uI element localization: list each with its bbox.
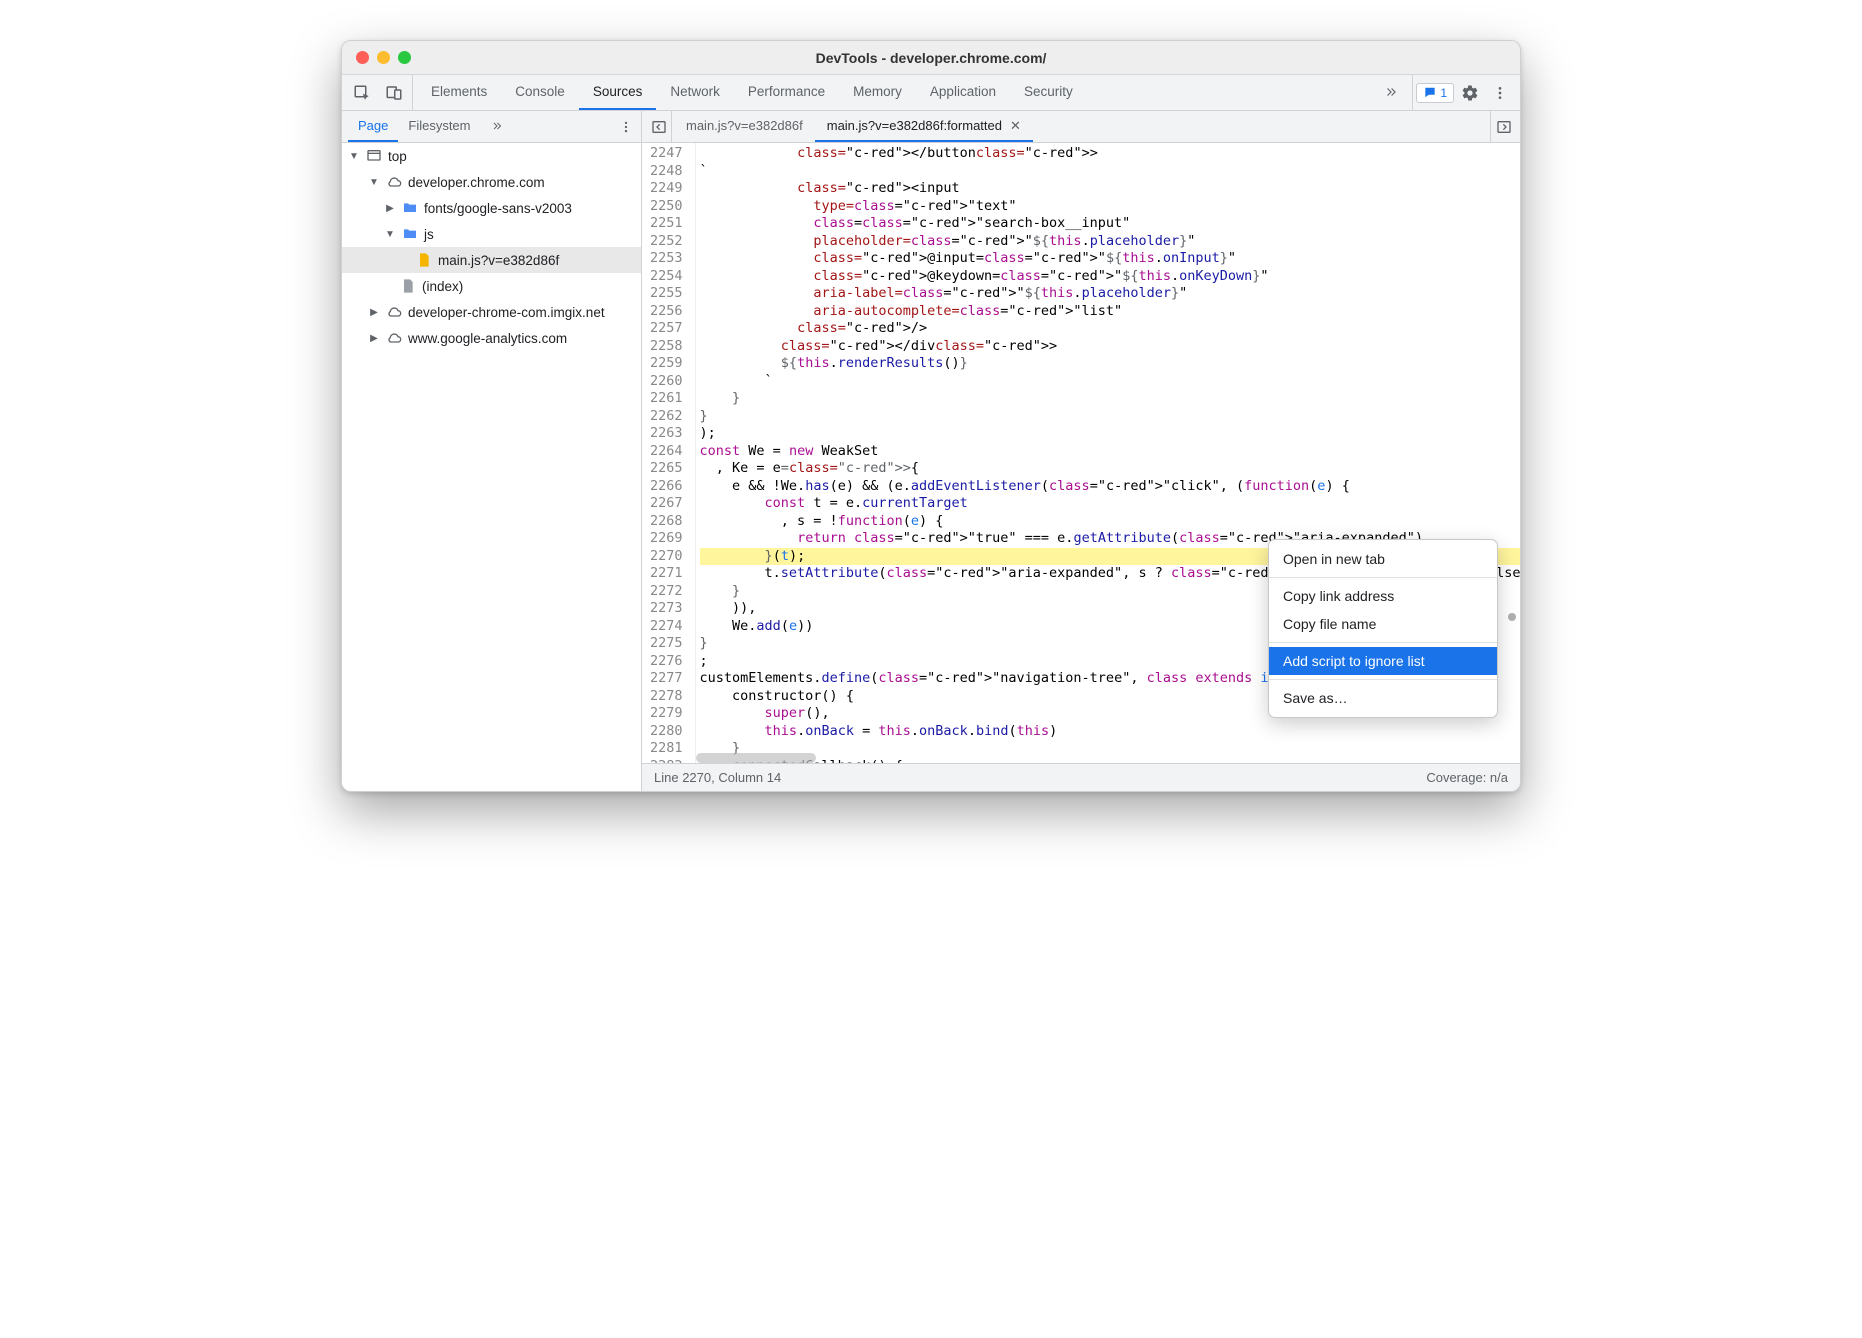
menu-ignore-list[interactable]: Add script to ignore list xyxy=(1269,647,1497,675)
menu-separator xyxy=(1269,642,1497,643)
inspect-icon[interactable] xyxy=(348,79,376,107)
titlebar: DevTools - developer.chrome.com/ xyxy=(342,41,1520,75)
window-icon xyxy=(366,148,382,164)
sidebar-kebab-icon[interactable] xyxy=(615,116,637,138)
sidebar-tabs: Page Filesystem xyxy=(342,111,641,143)
tree-fonts[interactable]: ▶ fonts/google-sans-v2003 xyxy=(342,195,641,221)
tree-label: developer-chrome-com.imgix.net xyxy=(408,305,605,320)
device-toggle-icon[interactable] xyxy=(380,79,408,107)
devtools-window: DevTools - developer.chrome.com/ Element… xyxy=(341,40,1521,792)
issues-count: 1 xyxy=(1440,86,1447,100)
tree-label: top xyxy=(388,149,407,164)
sources-sidebar: Page Filesystem ▼ top ▼ xyxy=(342,111,642,791)
h-scrollbar[interactable] xyxy=(696,753,816,763)
issues-badge[interactable]: 1 xyxy=(1416,83,1454,103)
folder-icon xyxy=(402,200,418,216)
workbench: Page Filesystem ▼ top ▼ xyxy=(342,111,1520,791)
main-toolbar: ElementsConsoleSourcesNetworkPerformance… xyxy=(342,75,1520,111)
panel-tab-memory[interactable]: Memory xyxy=(839,75,916,110)
line-gutter: 2247224822492250225122522253225422552256… xyxy=(642,143,696,763)
nav-back-icon[interactable] xyxy=(646,111,672,142)
sidebar-tab-page[interactable]: Page xyxy=(348,111,398,142)
panel-tab-performance[interactable]: Performance xyxy=(734,75,839,110)
tree-label: www.google-analytics.com xyxy=(408,331,567,346)
sidebar-tab-more-icon[interactable] xyxy=(481,111,513,142)
panel-tab-network[interactable]: Network xyxy=(656,75,734,110)
menu-copy-file[interactable]: Copy file name xyxy=(1269,610,1497,638)
panel-tab-application[interactable]: Application xyxy=(916,75,1010,110)
file-tree[interactable]: ▼ top ▼ developer.chrome.com ▶ fonts/goo… xyxy=(342,143,641,791)
editor-tab-1[interactable]: main.js?v=e382d86f xyxy=(674,111,815,142)
coverage-status: Coverage: n/a xyxy=(1426,770,1508,785)
menu-copy-link[interactable]: Copy link address xyxy=(1269,582,1497,610)
cloud-icon xyxy=(386,174,402,190)
editor-tab-2[interactable]: main.js?v=e382d86f:formatted ✕ xyxy=(815,111,1033,142)
tree-label: developer.chrome.com xyxy=(408,175,545,190)
menu-separator xyxy=(1269,577,1497,578)
context-menu: Open in new tab Copy link address Copy f… xyxy=(1268,539,1498,718)
more-tabs-chevron-icon[interactable] xyxy=(1370,75,1412,110)
js-file-icon xyxy=(416,252,432,268)
panel-tab-sources[interactable]: Sources xyxy=(579,75,657,110)
panel-tab-elements[interactable]: Elements xyxy=(417,75,501,110)
folder-icon xyxy=(402,226,418,242)
menu-separator xyxy=(1269,679,1497,680)
close-tab-icon[interactable]: ✕ xyxy=(1010,118,1021,134)
tree-file-mainjs[interactable]: main.js?v=e382d86f xyxy=(342,247,641,273)
tree-file-index[interactable]: (index) xyxy=(342,273,641,299)
tree-origin-3[interactable]: ▶ www.google-analytics.com xyxy=(342,325,641,351)
file-icon xyxy=(400,278,416,294)
sidebar-tab-filesystem[interactable]: Filesystem xyxy=(398,111,480,142)
editor-tab-label: main.js?v=e382d86f:formatted xyxy=(827,118,1002,133)
tree-label: (index) xyxy=(422,279,463,294)
statusbar: Line 2270, Column 14 Coverage: n/a xyxy=(642,763,1520,791)
settings-gear-icon[interactable] xyxy=(1456,79,1484,107)
menu-open-new-tab[interactable]: Open in new tab xyxy=(1269,545,1497,573)
cloud-icon xyxy=(386,304,402,320)
tree-top[interactable]: ▼ top xyxy=(342,143,641,169)
window-title: DevTools - developer.chrome.com/ xyxy=(342,50,1520,66)
panel-tabs: ElementsConsoleSourcesNetworkPerformance… xyxy=(417,75,1370,110)
editor-tab-label: main.js?v=e382d86f xyxy=(686,118,803,133)
tree-js[interactable]: ▼ js xyxy=(342,221,641,247)
menu-save-as[interactable]: Save as… xyxy=(1269,684,1497,712)
tree-label: fonts/google-sans-v2003 xyxy=(424,201,572,216)
tree-origin-2[interactable]: ▶ developer-chrome-com.imgix.net xyxy=(342,299,641,325)
panel-tab-security[interactable]: Security xyxy=(1010,75,1087,110)
v-scroll-marker xyxy=(1508,613,1516,621)
tree-origin-1[interactable]: ▼ developer.chrome.com xyxy=(342,169,641,195)
nav-forward-icon[interactable] xyxy=(1490,111,1516,142)
editor: main.js?v=e382d86f main.js?v=e382d86f:fo… xyxy=(642,111,1520,791)
cloud-icon xyxy=(386,330,402,346)
tree-label: main.js?v=e382d86f xyxy=(438,253,559,268)
cursor-position: Line 2270, Column 14 xyxy=(654,770,781,785)
panel-tab-console[interactable]: Console xyxy=(501,75,579,110)
kebab-menu-icon[interactable] xyxy=(1486,79,1514,107)
tree-label: js xyxy=(424,227,434,242)
editor-tabs: main.js?v=e382d86f main.js?v=e382d86f:fo… xyxy=(642,111,1520,143)
